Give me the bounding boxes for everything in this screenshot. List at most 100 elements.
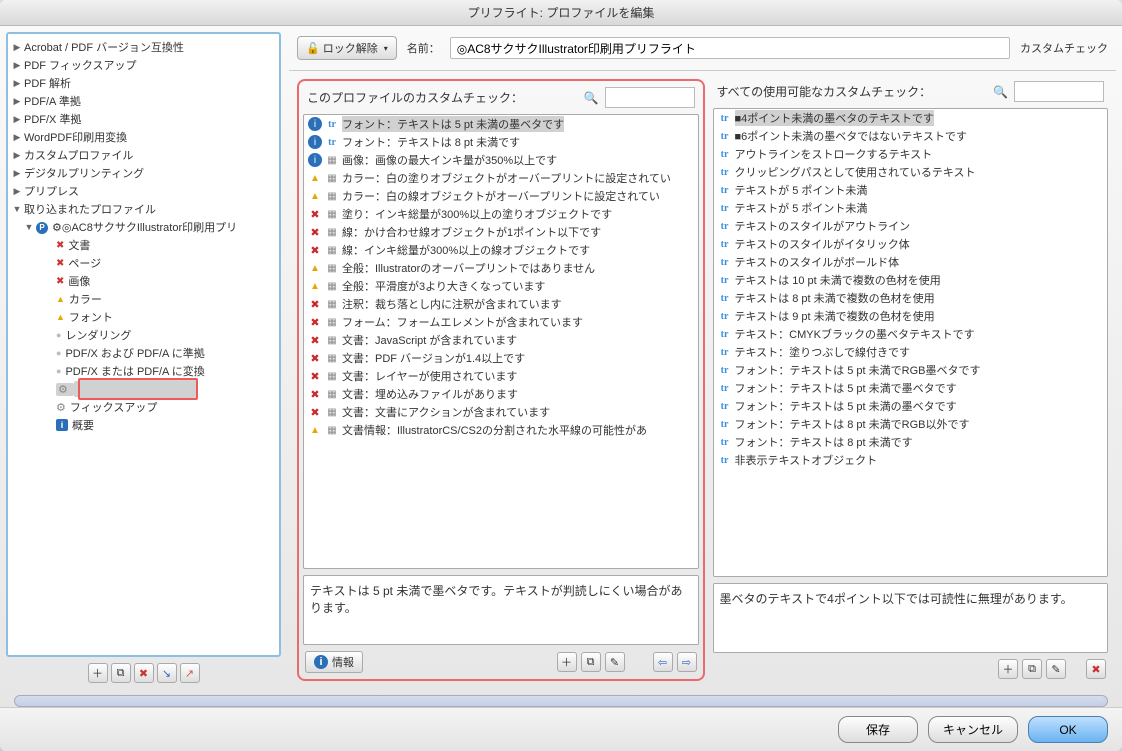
check-row[interactable]: ✖▦注釈：裁ち落とし内に注釈が含まれています: [304, 295, 698, 313]
tree-child[interactable]: レンダリング: [10, 326, 277, 344]
check-row[interactable]: trフォント：テキストは 5 pt 未満の墨ベタです: [714, 397, 1108, 415]
move-right-button[interactable]: ⇨: [677, 652, 697, 672]
object-icon: ▦: [325, 173, 339, 184]
object-icon: ▦: [325, 353, 339, 364]
warning-icon: ▲: [308, 281, 322, 292]
check-row[interactable]: trフォント：テキストは 5 pt 未満でRGB墨ベタです: [714, 361, 1108, 379]
tree-child[interactable]: カスタムチェック: [10, 380, 277, 398]
check-row[interactable]: trクリッピングパスとして使用されているテキスト: [714, 163, 1108, 181]
tree-item[interactable]: ▶カスタムプロファイル: [10, 146, 277, 164]
check-row[interactable]: tr非表示テキストオブジェクト: [714, 451, 1108, 469]
main-area: ロック解除 ▾ 名前： カスタムチェック このプロファイルのカスタムチェック： …: [289, 32, 1116, 685]
tree-item[interactable]: ▶Acrobat / PDF バージョン互換性: [10, 38, 277, 56]
duplicate-button[interactable]: ⧉: [111, 663, 131, 683]
tree-item[interactable]: ▶プリプレス: [10, 182, 277, 200]
right-delete-button[interactable]: ✖: [1086, 659, 1106, 679]
check-row[interactable]: ▲▦文書情報：IllustratorCS/CS2の分割された水平線の可能性があ: [304, 421, 698, 439]
topbar: ロック解除 ▾ 名前： カスタムチェック: [289, 32, 1116, 71]
check-row[interactable]: trテキストが 5 ポイント未満: [714, 181, 1108, 199]
check-row[interactable]: trテキストは 10 pt 未満で複数の色材を使用: [714, 271, 1108, 289]
profile-checks-panel: このプロファイルのカスタムチェック： 🔍 itrフォント：テキストは 5 pt …: [297, 79, 705, 681]
right-dup-button[interactable]: ⧉: [1022, 659, 1042, 679]
right-add-button[interactable]: ＋: [998, 659, 1018, 679]
error-icon: ✖: [308, 298, 322, 311]
check-row[interactable]: trテキストのスタイルがボールド体: [714, 253, 1108, 271]
check-row[interactable]: trアウトラインをストロークするテキスト: [714, 145, 1108, 163]
check-row[interactable]: ✖▦塗り：インキ総量が300%以上の塗りオブジェクトです: [304, 205, 698, 223]
object-icon: ▦: [325, 209, 339, 220]
available-checks-list[interactable]: tr■4ポイント未満の墨ベタのテキストですtr■6ポイント未満の墨ベタではないテ…: [713, 108, 1109, 577]
warning-icon: ▲: [308, 263, 322, 274]
lock-dropdown[interactable]: ロック解除 ▾: [297, 36, 397, 60]
ok-button[interactable]: OK: [1028, 716, 1108, 743]
tree-child[interactable]: 文書: [10, 236, 277, 254]
move-left-button[interactable]: ⇦: [653, 652, 673, 672]
check-row[interactable]: ▲▦全般：Illustratorのオーバープリントではありません: [304, 259, 698, 277]
tree-child[interactable]: PDF/X および PDF/A に準拠: [10, 344, 277, 362]
check-row[interactable]: trテキスト：塗りつぶしで線付きです: [714, 343, 1108, 361]
tree-item[interactable]: ▶デジタルプリンティング: [10, 164, 277, 182]
right-search-input[interactable]: [1014, 81, 1104, 102]
check-row[interactable]: trフォント：テキストは 8 pt 未満です: [714, 433, 1108, 451]
profile-name-input[interactable]: [450, 37, 1010, 59]
cancel-button[interactable]: キャンセル: [928, 716, 1018, 743]
check-row[interactable]: trフォント：テキストは 5 pt 未満で墨ベタです: [714, 379, 1108, 397]
check-row[interactable]: ✖▦文書：JavaScript が含まれています: [304, 331, 698, 349]
check-row[interactable]: itrフォント：テキストは 8 pt 未満です: [304, 133, 698, 151]
check-row[interactable]: i▦画像：画像の最大インキ量が350%以上です: [304, 151, 698, 169]
custom-check-heading: カスタムチェック: [1020, 40, 1108, 56]
right-panel-title: すべての使用可能なカスタムチェック：: [717, 83, 932, 100]
error-icon: ✖: [308, 370, 322, 383]
check-row[interactable]: ▲▦カラー：白の塗りオブジェクトがオーバープリントに設定されてい: [304, 169, 698, 187]
check-row[interactable]: itrフォント：テキストは 5 pt 未満の墨ベタです: [304, 115, 698, 133]
check-row[interactable]: ✖▦線：インキ総量が300%以上の線オブジェクトです: [304, 241, 698, 259]
category-tree[interactable]: ▶Acrobat / PDF バージョン互換性▶PDF フィックスアップ▶PDF…: [6, 32, 281, 657]
check-row[interactable]: trテキストは 9 pt 未満で複数の色材を使用: [714, 307, 1108, 325]
tree-child[interactable]: カラー: [10, 290, 277, 308]
tree-child[interactable]: 画像: [10, 272, 277, 290]
check-row[interactable]: trテキスト：CMYKブラックの墨ベタテキストです: [714, 325, 1108, 343]
right-edit-button[interactable]: ✎: [1046, 659, 1066, 679]
save-button[interactable]: 保存: [838, 716, 918, 743]
check-row[interactable]: ▲▦カラー：白の線オブジェクトがオーバープリントに設定されてい: [304, 187, 698, 205]
check-row[interactable]: ✖▦線：かけ合わせ線オブジェクトが1ポイント以下です: [304, 223, 698, 241]
tree-item[interactable]: ▶WordPDF印刷用変換: [10, 128, 277, 146]
text-icon: tr: [718, 383, 732, 394]
tree-item-open[interactable]: ▼取り込まれたプロファイル: [10, 200, 277, 218]
add-button[interactable]: ＋: [88, 663, 108, 683]
search-icon: 🔍: [993, 85, 1008, 99]
check-row[interactable]: trテキストのスタイルがイタリック体: [714, 235, 1108, 253]
import-button[interactable]: ↘: [157, 663, 177, 683]
tree-item[interactable]: ▶PDF 解析: [10, 74, 277, 92]
tree-item[interactable]: ▶PDF/X 準拠: [10, 110, 277, 128]
left-edit-button[interactable]: ✎: [605, 652, 625, 672]
check-row[interactable]: trフォント：テキストは 8 pt 未満でRGB以外です: [714, 415, 1108, 433]
profile-checks-list[interactable]: itrフォント：テキストは 5 pt 未満の墨ベタですitrフォント：テキストは…: [303, 114, 699, 569]
check-row[interactable]: ✖▦フォーム：フォームエレメントが含まれています: [304, 313, 698, 331]
check-row[interactable]: ▲▦全般：平滑度が3より大きくなっています: [304, 277, 698, 295]
horizontal-scrollbar[interactable]: [14, 695, 1108, 707]
tree-child[interactable]: フォント: [10, 308, 277, 326]
tree-profile[interactable]: ▼⚙◎AC8サクサクIllustrator印刷用プリ: [10, 218, 277, 236]
delete-button[interactable]: ✖: [134, 663, 154, 683]
check-row[interactable]: ✖▦文書：PDF バージョンが1.4以上です: [304, 349, 698, 367]
check-row[interactable]: trテキストは 8 pt 未満で複数の色材を使用: [714, 289, 1108, 307]
info-button[interactable]: i情報: [305, 651, 363, 673]
left-search-input[interactable]: [605, 87, 695, 108]
check-row[interactable]: ✖▦文書：レイヤーが使用されています: [304, 367, 698, 385]
check-row[interactable]: tr■6ポイント未満の墨ベタではないテキストです: [714, 127, 1108, 145]
tree-child[interactable]: ページ: [10, 254, 277, 272]
tree-item[interactable]: ▶PDF/A 準拠: [10, 92, 277, 110]
check-row[interactable]: trテキストが 5 ポイント未満: [714, 199, 1108, 217]
check-row[interactable]: trテキストのスタイルがアウトライン: [714, 217, 1108, 235]
left-add-button[interactable]: ＋: [557, 652, 577, 672]
left-dup-button[interactable]: ⧉: [581, 652, 601, 672]
check-row[interactable]: ✖▦文書：埋め込みファイルがあります: [304, 385, 698, 403]
check-row[interactable]: tr■4ポイント未満の墨ベタのテキストです: [714, 109, 1108, 127]
check-row[interactable]: ✖▦文書：文書にアクションが含まれています: [304, 403, 698, 421]
tree-child[interactable]: PDF/X または PDF/A に変換: [10, 362, 277, 380]
tree-child[interactable]: フィックスアップ: [10, 398, 277, 416]
export-button[interactable]: ↗: [180, 663, 200, 683]
tree-child[interactable]: 概要: [10, 416, 277, 434]
tree-item[interactable]: ▶PDF フィックスアップ: [10, 56, 277, 74]
